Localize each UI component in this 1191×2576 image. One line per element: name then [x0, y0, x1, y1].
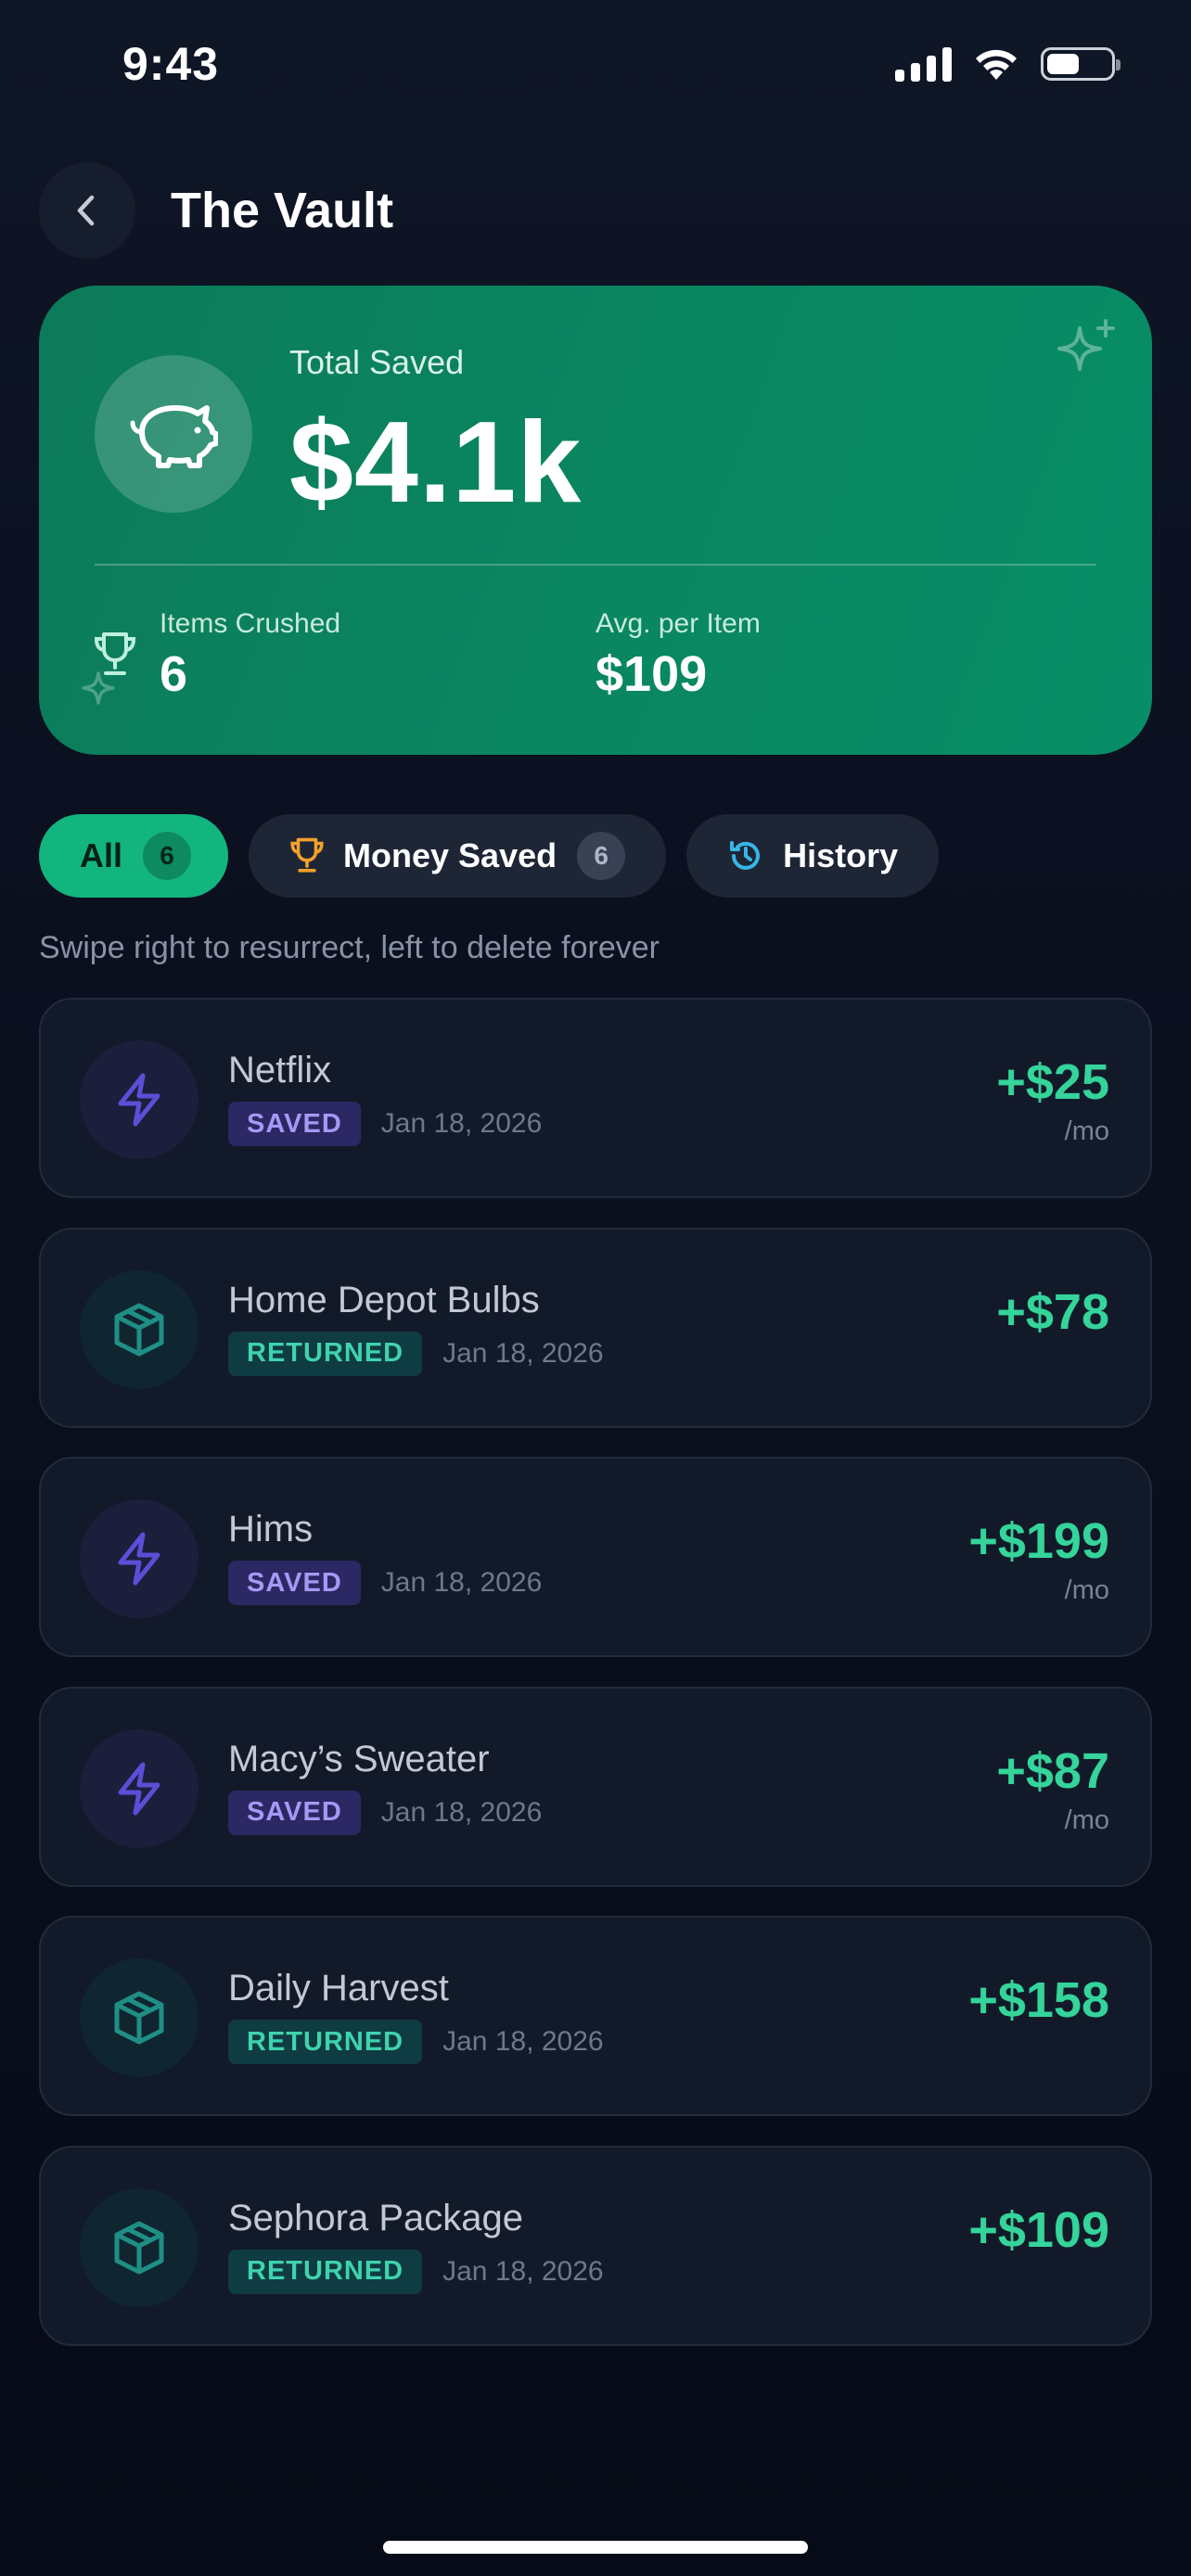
list-item[interactable]: Sephora Package RETURNED Jan 18, 2026 +$…: [39, 2145, 1152, 2346]
status-badge: SAVED: [228, 1561, 361, 1605]
count-badge: 6: [143, 832, 192, 880]
chevron-left-icon: [77, 195, 95, 226]
item-meta: RETURNED Jan 18, 2026: [228, 2249, 604, 2294]
package-icon: [80, 2187, 198, 2307]
status-badge: RETURNED: [228, 2249, 423, 2294]
item-unit: /mo: [1064, 1575, 1109, 1605]
list-item[interactable]: Netflix SAVED Jan 18, 2026 +$25 /mo: [39, 998, 1152, 1198]
tab-all[interactable]: All 6: [39, 814, 229, 898]
list-item[interactable]: Hims SAVED Jan 18, 2026 +$199 /mo: [39, 1457, 1152, 1657]
item-name: Home Depot Bulbs: [228, 1279, 540, 1320]
avg-per-item-label: Avg. per Item: [596, 608, 761, 639]
item-amount: +$78: [996, 1283, 1109, 1340]
items-crushed-label: Items Crushed: [160, 608, 341, 639]
item-unit: /mo: [1064, 1116, 1109, 1146]
item-date: Jan 18, 2026: [442, 2255, 604, 2287]
list-item[interactable]: Home Depot Bulbs RETURNED Jan 18, 2026 +…: [39, 1227, 1152, 1428]
total-saved-label: Total Saved: [289, 343, 465, 381]
item-meta: RETURNED Jan 18, 2026: [228, 2020, 604, 2064]
header: The Vault: [39, 162, 393, 259]
home-indicator[interactable]: [383, 2541, 808, 2554]
item-meta: SAVED Jan 18, 2026: [228, 1102, 542, 1146]
item-name: Macy’s Sweater: [228, 1738, 490, 1779]
swipe-hint: Swipe right to resurrect, left to delete…: [39, 930, 660, 965]
item-date: Jan 18, 2026: [442, 2026, 604, 2057]
list-item[interactable]: Macy’s Sweater SAVED Jan 18, 2026 +$87 /…: [39, 1686, 1152, 1887]
total-saved-card: Total Saved $4.1k Items Crushed 6 Avg. p…: [39, 286, 1152, 755]
filter-tabs: All 6 Money Saved 6 History: [39, 814, 940, 898]
item-amount: +$199: [968, 1513, 1109, 1569]
lightning-icon: [80, 1728, 198, 1848]
page-title: The Vault: [171, 183, 394, 238]
status-badge: SAVED: [228, 1102, 361, 1146]
tab-history[interactable]: History: [686, 814, 940, 898]
item-name: Hims: [228, 1509, 314, 1549]
item-unit: /mo: [1064, 1804, 1109, 1835]
battery-icon: [1041, 47, 1121, 81]
item-meta: SAVED Jan 18, 2026: [228, 1561, 542, 1605]
count-badge: 6: [577, 832, 626, 880]
item-amount: +$109: [968, 2201, 1109, 2258]
package-icon: [80, 1269, 198, 1389]
package-icon: [80, 1958, 198, 2077]
list-item[interactable]: Daily Harvest RETURNED Jan 18, 2026 +$15…: [39, 1916, 1152, 2116]
tab-label: Money Saved: [343, 836, 557, 874]
item-amount: +$158: [968, 1972, 1109, 2028]
avg-per-item-value: $109: [596, 646, 708, 702]
wifi-icon: [976, 49, 1017, 80]
cellular-signal-icon: [895, 46, 952, 82]
item-amount: +$25: [996, 1054, 1109, 1110]
history-icon: [727, 837, 764, 874]
item-meta: RETURNED Jan 18, 2026: [228, 1331, 604, 1376]
lightning-icon: [80, 1499, 198, 1618]
item-date: Jan 18, 2026: [380, 1108, 543, 1139]
piggy-bank-icon: [95, 355, 252, 513]
status-badge: SAVED: [228, 1790, 361, 1835]
tab-label: All: [80, 836, 123, 874]
item-date: Jan 18, 2026: [442, 1337, 604, 1369]
saved-items-list: Netflix SAVED Jan 18, 2026 +$25 /mo Home…: [39, 998, 1152, 2375]
tab-label: History: [783, 836, 899, 874]
status-badge: RETURNED: [228, 1331, 423, 1376]
status-time: 9:43: [122, 38, 220, 90]
items-crushed-value: 6: [160, 646, 188, 702]
status-badge: RETURNED: [228, 2020, 423, 2064]
sparkle-icon: [1057, 319, 1115, 371]
item-amount: +$87: [996, 1742, 1109, 1799]
item-meta: SAVED Jan 18, 2026: [228, 1790, 543, 1835]
hero-divider: [95, 564, 1096, 566]
status-bar: 9:43: [0, 0, 1191, 139]
item-date: Jan 18, 2026: [380, 1567, 543, 1598]
tab-money-saved[interactable]: Money Saved 6: [249, 814, 667, 898]
item-name: Daily Harvest: [228, 1968, 449, 2009]
sparkle-icon: [82, 671, 115, 705]
lightning-icon: [80, 1040, 198, 1159]
status-icons: [895, 46, 1121, 82]
item-name: Netflix: [228, 1050, 332, 1090]
item-date: Jan 18, 2026: [380, 1796, 543, 1828]
item-name: Sephora Package: [228, 2197, 524, 2238]
total-saved-amount: $4.1k: [289, 399, 583, 527]
back-button[interactable]: [39, 162, 135, 259]
trophy-icon: [289, 836, 325, 875]
